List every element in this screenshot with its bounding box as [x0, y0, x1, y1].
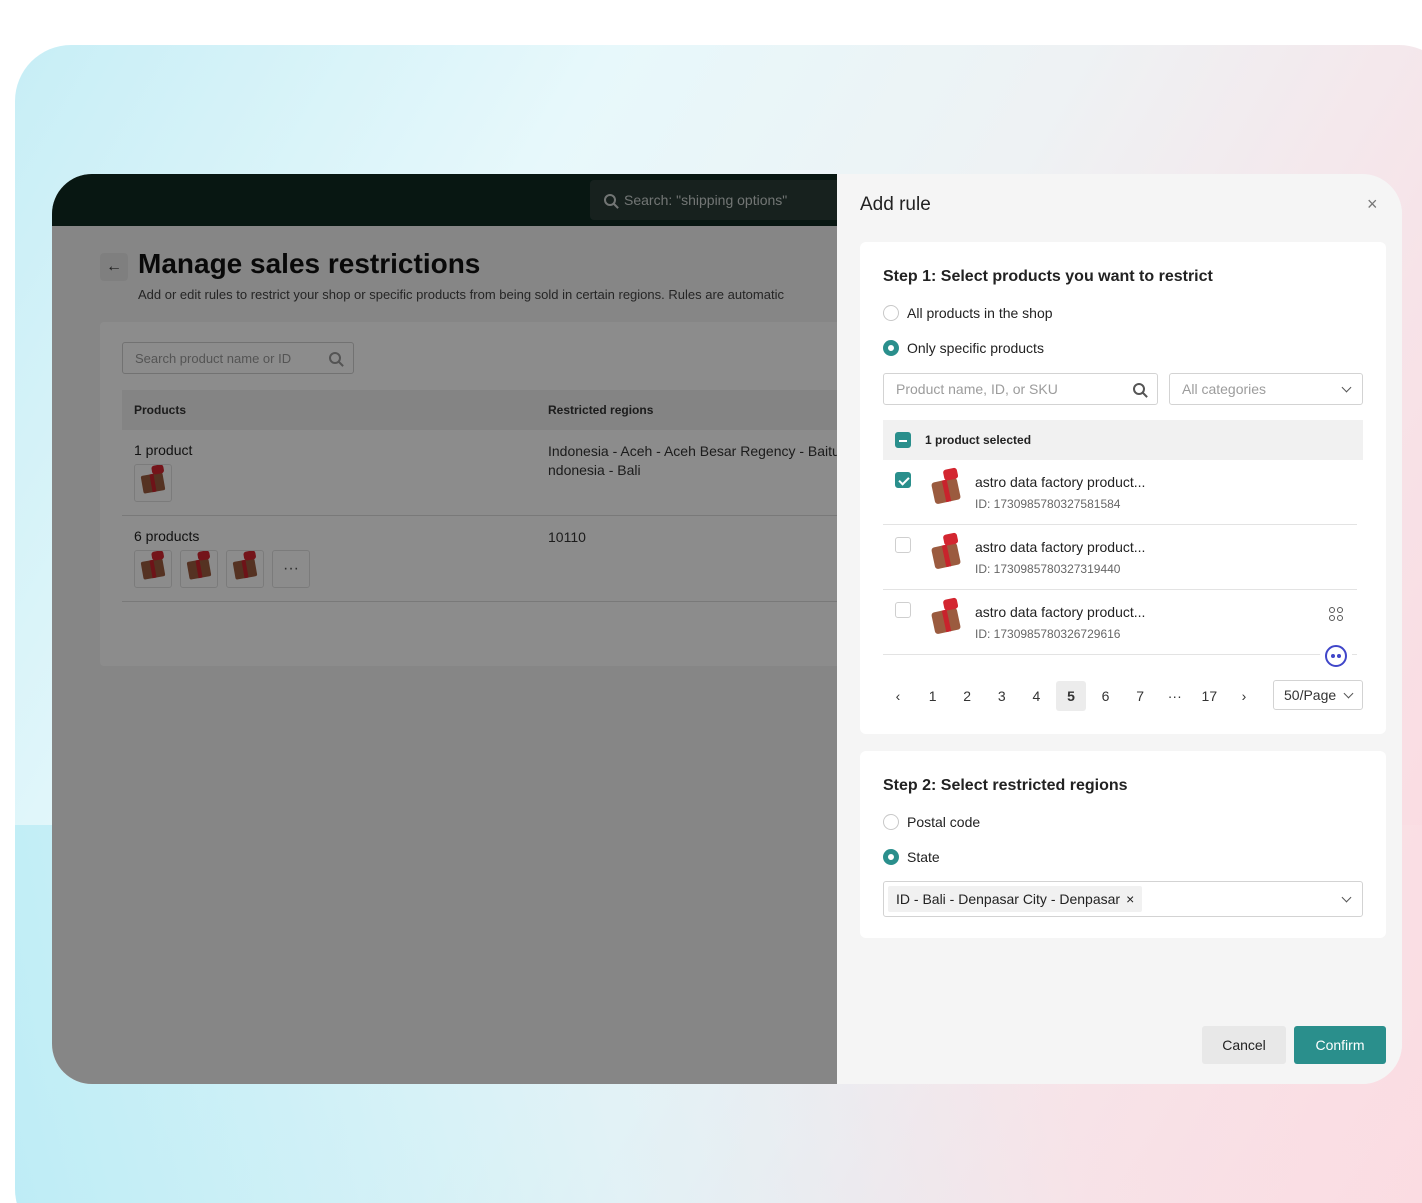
- step2-panel: Step 2: Select restricted regions Postal…: [860, 751, 1386, 938]
- tag-remove-icon[interactable]: ×: [1126, 891, 1134, 907]
- canvas: Search: "shipping options" ← Manage sale…: [0, 0, 1422, 1203]
- product-name: astro data factory product...: [975, 474, 1146, 490]
- category-placeholder: All categories: [1182, 381, 1267, 397]
- add-rule-drawer: Add rule × Step 1: Select products you w…: [837, 174, 1402, 1084]
- product-row[interactable]: astro data factory product... ID: 173098…: [883, 590, 1357, 655]
- page-button[interactable]: 17: [1194, 681, 1224, 711]
- search-icon: [1133, 383, 1145, 395]
- page-button[interactable]: 4: [1021, 681, 1051, 711]
- prev-page-button[interactable]: ‹: [883, 681, 913, 711]
- drawer-title: Add rule: [860, 194, 931, 215]
- radio-all-products[interactable]: All products in the shop: [883, 305, 1053, 321]
- radio-label: All products in the shop: [907, 305, 1053, 321]
- radio-label: State: [907, 849, 940, 865]
- pagination: ‹ 1 2 3 4 5 6 7 ··· 17 › 50/Page: [883, 680, 1363, 712]
- radio-label: Postal code: [907, 814, 981, 830]
- product-checkbox[interactable]: [895, 472, 911, 488]
- radio-icon: [883, 814, 899, 830]
- next-page-button[interactable]: ›: [1229, 681, 1259, 711]
- page-button[interactable]: 6: [1091, 681, 1121, 711]
- product-id: ID: 1730985780327581584: [975, 497, 1121, 511]
- page-size-value: 50/Page: [1284, 687, 1337, 703]
- product-id: ID: 1730985780326729616: [975, 627, 1121, 641]
- apps-grid-icon[interactable]: [1320, 598, 1352, 630]
- page-button[interactable]: 2: [952, 681, 982, 711]
- radio-icon: [883, 305, 899, 321]
- page-size-select[interactable]: 50/Page: [1273, 680, 1363, 710]
- step1-panel: Step 1: Select products you want to rest…: [860, 242, 1386, 734]
- page-button-active[interactable]: 5: [1055, 681, 1086, 711]
- product-search-placeholder: Product name, ID, or SKU: [896, 381, 1058, 397]
- radio-selected-icon: [883, 849, 899, 865]
- chat-bot-icon[interactable]: [1320, 640, 1352, 672]
- product-name: astro data factory product...: [975, 539, 1146, 555]
- cancel-button[interactable]: Cancel: [1202, 1026, 1286, 1064]
- page-ellipsis[interactable]: ···: [1160, 681, 1190, 711]
- product-checkbox[interactable]: [895, 537, 911, 553]
- radio-specific-products[interactable]: Only specific products: [883, 340, 1044, 356]
- selected-count: 1 product selected: [925, 433, 1032, 447]
- category-select[interactable]: All categories: [1169, 373, 1363, 405]
- product-image: [929, 537, 969, 573]
- product-id: ID: 1730985780327319440: [975, 562, 1121, 576]
- page-button[interactable]: 3: [987, 681, 1017, 711]
- product-row[interactable]: astro data factory product... ID: 173098…: [883, 460, 1357, 525]
- close-icon[interactable]: ×: [1367, 194, 1378, 215]
- page-button[interactable]: 7: [1125, 681, 1155, 711]
- page-button[interactable]: 1: [918, 681, 948, 711]
- radio-selected-icon: [883, 340, 899, 356]
- selection-bar: 1 product selected: [883, 420, 1363, 460]
- step2-title: Step 2: Select restricted regions: [883, 777, 1128, 794]
- product-row[interactable]: astro data factory product... ID: 173098…: [883, 525, 1357, 590]
- region-tag: ID - Bali - Denpasar City - Denpasar ×: [888, 886, 1143, 912]
- product-image: [929, 602, 969, 638]
- region-select[interactable]: ID - Bali - Denpasar City - Denpasar ×: [883, 881, 1363, 917]
- radio-postal-code[interactable]: Postal code: [883, 814, 980, 830]
- product-checkbox[interactable]: [895, 602, 911, 618]
- modal-overlay[interactable]: [52, 174, 837, 1084]
- region-tag-label: ID - Bali - Denpasar City - Denpasar: [896, 891, 1121, 907]
- confirm-button[interactable]: Confirm: [1294, 1026, 1386, 1064]
- app-window: Search: "shipping options" ← Manage sale…: [52, 174, 1402, 1084]
- chevron-down-icon: [1341, 382, 1352, 392]
- select-all-checkbox[interactable]: [895, 432, 911, 448]
- product-search-field[interactable]: Product name, ID, or SKU: [883, 373, 1158, 405]
- product-name: astro data factory product...: [975, 604, 1146, 620]
- product-image: [929, 472, 969, 508]
- step1-title: Step 1: Select products you want to rest…: [883, 268, 1213, 285]
- chevron-down-icon: [1343, 688, 1354, 698]
- chevron-down-icon: [1341, 892, 1352, 902]
- radio-state[interactable]: State: [883, 849, 940, 865]
- radio-label: Only specific products: [907, 340, 1044, 356]
